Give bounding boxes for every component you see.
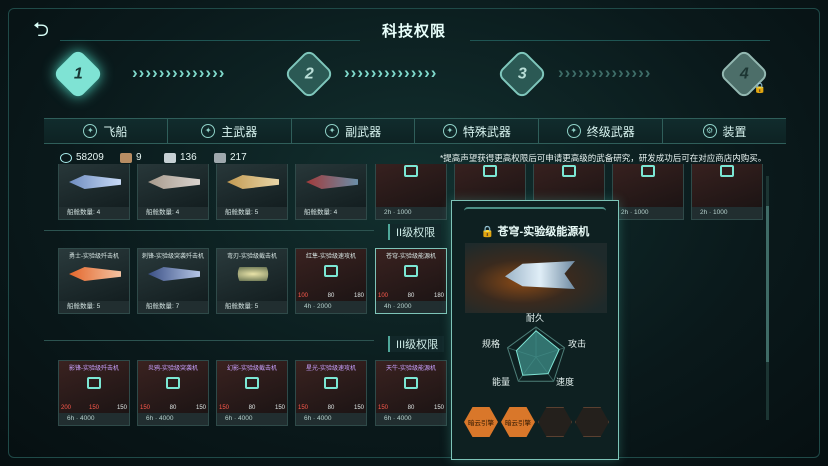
detail-title: 🔒 苍穹-实验级能源机 xyxy=(480,226,590,238)
panel-decoration xyxy=(464,207,606,215)
stat-label-spec: 规格 xyxy=(482,339,501,349)
lock-icon xyxy=(562,165,576,177)
tab-main-weapon[interactable]: ✦ 主武器 xyxy=(168,119,292,143)
module-slot-empty[interactable] xyxy=(538,407,572,437)
tab-sub-weapon[interactable]: ✦ 副武器 xyxy=(292,119,416,143)
page-title: 科技权限 xyxy=(381,23,446,40)
lock-icon xyxy=(87,377,101,389)
device-icon: ⚙ xyxy=(702,124,717,138)
lock-icon xyxy=(404,265,418,277)
section-divider xyxy=(44,340,374,341)
tech-card[interactable]: 船舱数量: 5 xyxy=(216,164,288,220)
stat-label-energy: 能量 xyxy=(492,377,511,387)
ship-image xyxy=(505,261,575,289)
title-divider-left xyxy=(60,40,360,41)
tech-card-locked[interactable]: 红隼-实验级速攻机 100 80 180 4h · 2000 xyxy=(295,248,367,314)
radar-chart xyxy=(506,326,566,382)
tech-card-locked[interactable]: 2h · 1000 xyxy=(375,164,447,220)
ship-icon: ✦ xyxy=(83,124,98,138)
radar-value-area xyxy=(515,330,560,376)
stat-label-speed: 速度 xyxy=(556,377,575,387)
lock-icon xyxy=(404,165,418,177)
resource-reputation: 58209 xyxy=(60,152,104,163)
stat-label-durability: 耐久 xyxy=(526,313,545,323)
stage-4[interactable]: 4 🔒 xyxy=(718,48,770,100)
planet-icon xyxy=(60,152,72,163)
tech-card[interactable]: 船舱数量: 4 xyxy=(137,164,209,220)
chevrons-2-3: › › › › › › › › › › › › › › xyxy=(344,63,437,82)
tech-card[interactable]: 船舱数量: 4 xyxy=(58,164,130,220)
chevrons-3-4: › › › › › › › › › › › › › › xyxy=(558,63,651,82)
tech-card-locked[interactable]: 炎鸦-实验级突袭机 150 80 150 6h · 4000 xyxy=(137,360,209,426)
tech-card-locked[interactable]: 2h · 1000 xyxy=(612,164,684,220)
tab-ship[interactable]: ✦ 飞船 xyxy=(44,119,168,143)
category-tabs: ✦ 飞船 ✦ 主武器 ✦ 副武器 ✦ 特殊武器 ✦ 终级武器 ⚙ 装置 xyxy=(44,118,786,144)
section-ii-label: II级权限 xyxy=(388,224,442,240)
module-slot[interactable]: 暗云引擎 xyxy=(464,407,498,437)
tech-card-selected[interactable]: 苍穹-实验级能源机 100 80 180 4h · 2000 xyxy=(375,248,447,314)
title-divider-right xyxy=(470,40,770,41)
detail-panel: 🔒 苍穹-实验级能源机 耐久 攻击 速度 能量 规格 暗云引擎 暗云引擎 xyxy=(451,200,619,460)
resource-ore: 217 xyxy=(214,152,247,163)
resource-parts: 9 xyxy=(120,152,142,163)
tab-ultimate-weapon[interactable]: ✦ 终级武器 xyxy=(539,119,664,143)
main-weapon-icon: ✦ xyxy=(201,124,216,138)
section-iii-label: III级权限 xyxy=(388,336,445,352)
ore-icon xyxy=(214,152,226,163)
lock-icon: 🔒 xyxy=(480,226,498,238)
tech-card[interactable]: 刺锋-实验级突袭歼击机 船舱数量: 7 xyxy=(137,248,209,314)
tab-device[interactable]: ⚙ 装置 xyxy=(663,119,786,143)
stat-radar: 耐久 攻击 速度 能量 规格 xyxy=(452,313,620,403)
stage-2[interactable]: 2 xyxy=(283,48,335,100)
lock-icon xyxy=(324,377,338,389)
tech-card-locked[interactable]: 天牛-实验级能源机 150 80 150 6h · 4000 xyxy=(375,360,447,426)
parts-icon xyxy=(120,152,132,163)
scrollbar[interactable] xyxy=(766,176,769,420)
tab-special-weapon[interactable]: ✦ 特殊武器 xyxy=(415,119,540,143)
tech-grid: 船舱数量: 4 船舱数量: 4 船舱数量: 5 船舱数量: 4 2h · 100… xyxy=(44,164,766,434)
ultimate-weapon-icon: ✦ xyxy=(566,124,581,138)
tech-card-locked[interactable]: 2h · 1000 xyxy=(691,164,763,220)
scrollbar-thumb[interactable] xyxy=(766,206,769,362)
lock-icon xyxy=(404,377,418,389)
resource-fuel: 136 xyxy=(164,152,197,163)
module-slot[interactable]: 暗云引擎 xyxy=(501,407,535,437)
tech-card-locked[interactable]: 影锋-实验级歼击机 200 150 150 6h · 4000 xyxy=(58,360,130,426)
special-weapon-icon: ✦ xyxy=(442,124,457,138)
tech-card-locked[interactable]: 幻影-实验级截击机 150 80 150 6h · 4000 xyxy=(216,360,288,426)
lock-icon xyxy=(720,165,734,177)
notice-text: *提高声望获得更高权限后可申请更高级的武备研究，研发成功后可在对应商店内购买。 xyxy=(440,153,767,163)
ship-preview xyxy=(465,243,607,313)
lock-icon xyxy=(245,377,259,389)
stat-label-attack: 攻击 xyxy=(568,339,587,349)
canister-icon xyxy=(164,152,176,163)
tech-card-locked[interactable]: 星光-实验级速攻机 150 80 150 6h · 4000 xyxy=(295,360,367,426)
tech-card[interactable]: 船舱数量: 4 xyxy=(295,164,367,220)
module-slots: 暗云引擎 暗云引擎 xyxy=(464,407,609,437)
tech-card[interactable]: 勇士-实验级歼击机 船舱数量: 5 xyxy=(58,248,130,314)
lock-icon xyxy=(324,265,338,277)
stage-1[interactable]: 1 xyxy=(52,48,104,100)
lock-icon xyxy=(166,377,180,389)
stage-3[interactable]: 3 xyxy=(496,48,548,100)
lock-icon xyxy=(483,165,497,177)
section-divider xyxy=(44,230,374,231)
module-slot-empty[interactable] xyxy=(575,407,609,437)
chevrons-1-2: › › › › › › › › › › › › › › xyxy=(132,63,225,82)
lock-icon: 🔒 xyxy=(753,83,766,94)
tech-card[interactable]: 弯刃-实验级截击机 船舱数量: 5 xyxy=(216,248,288,314)
lock-icon xyxy=(641,165,655,177)
sub-weapon-icon: ✦ xyxy=(325,124,340,138)
